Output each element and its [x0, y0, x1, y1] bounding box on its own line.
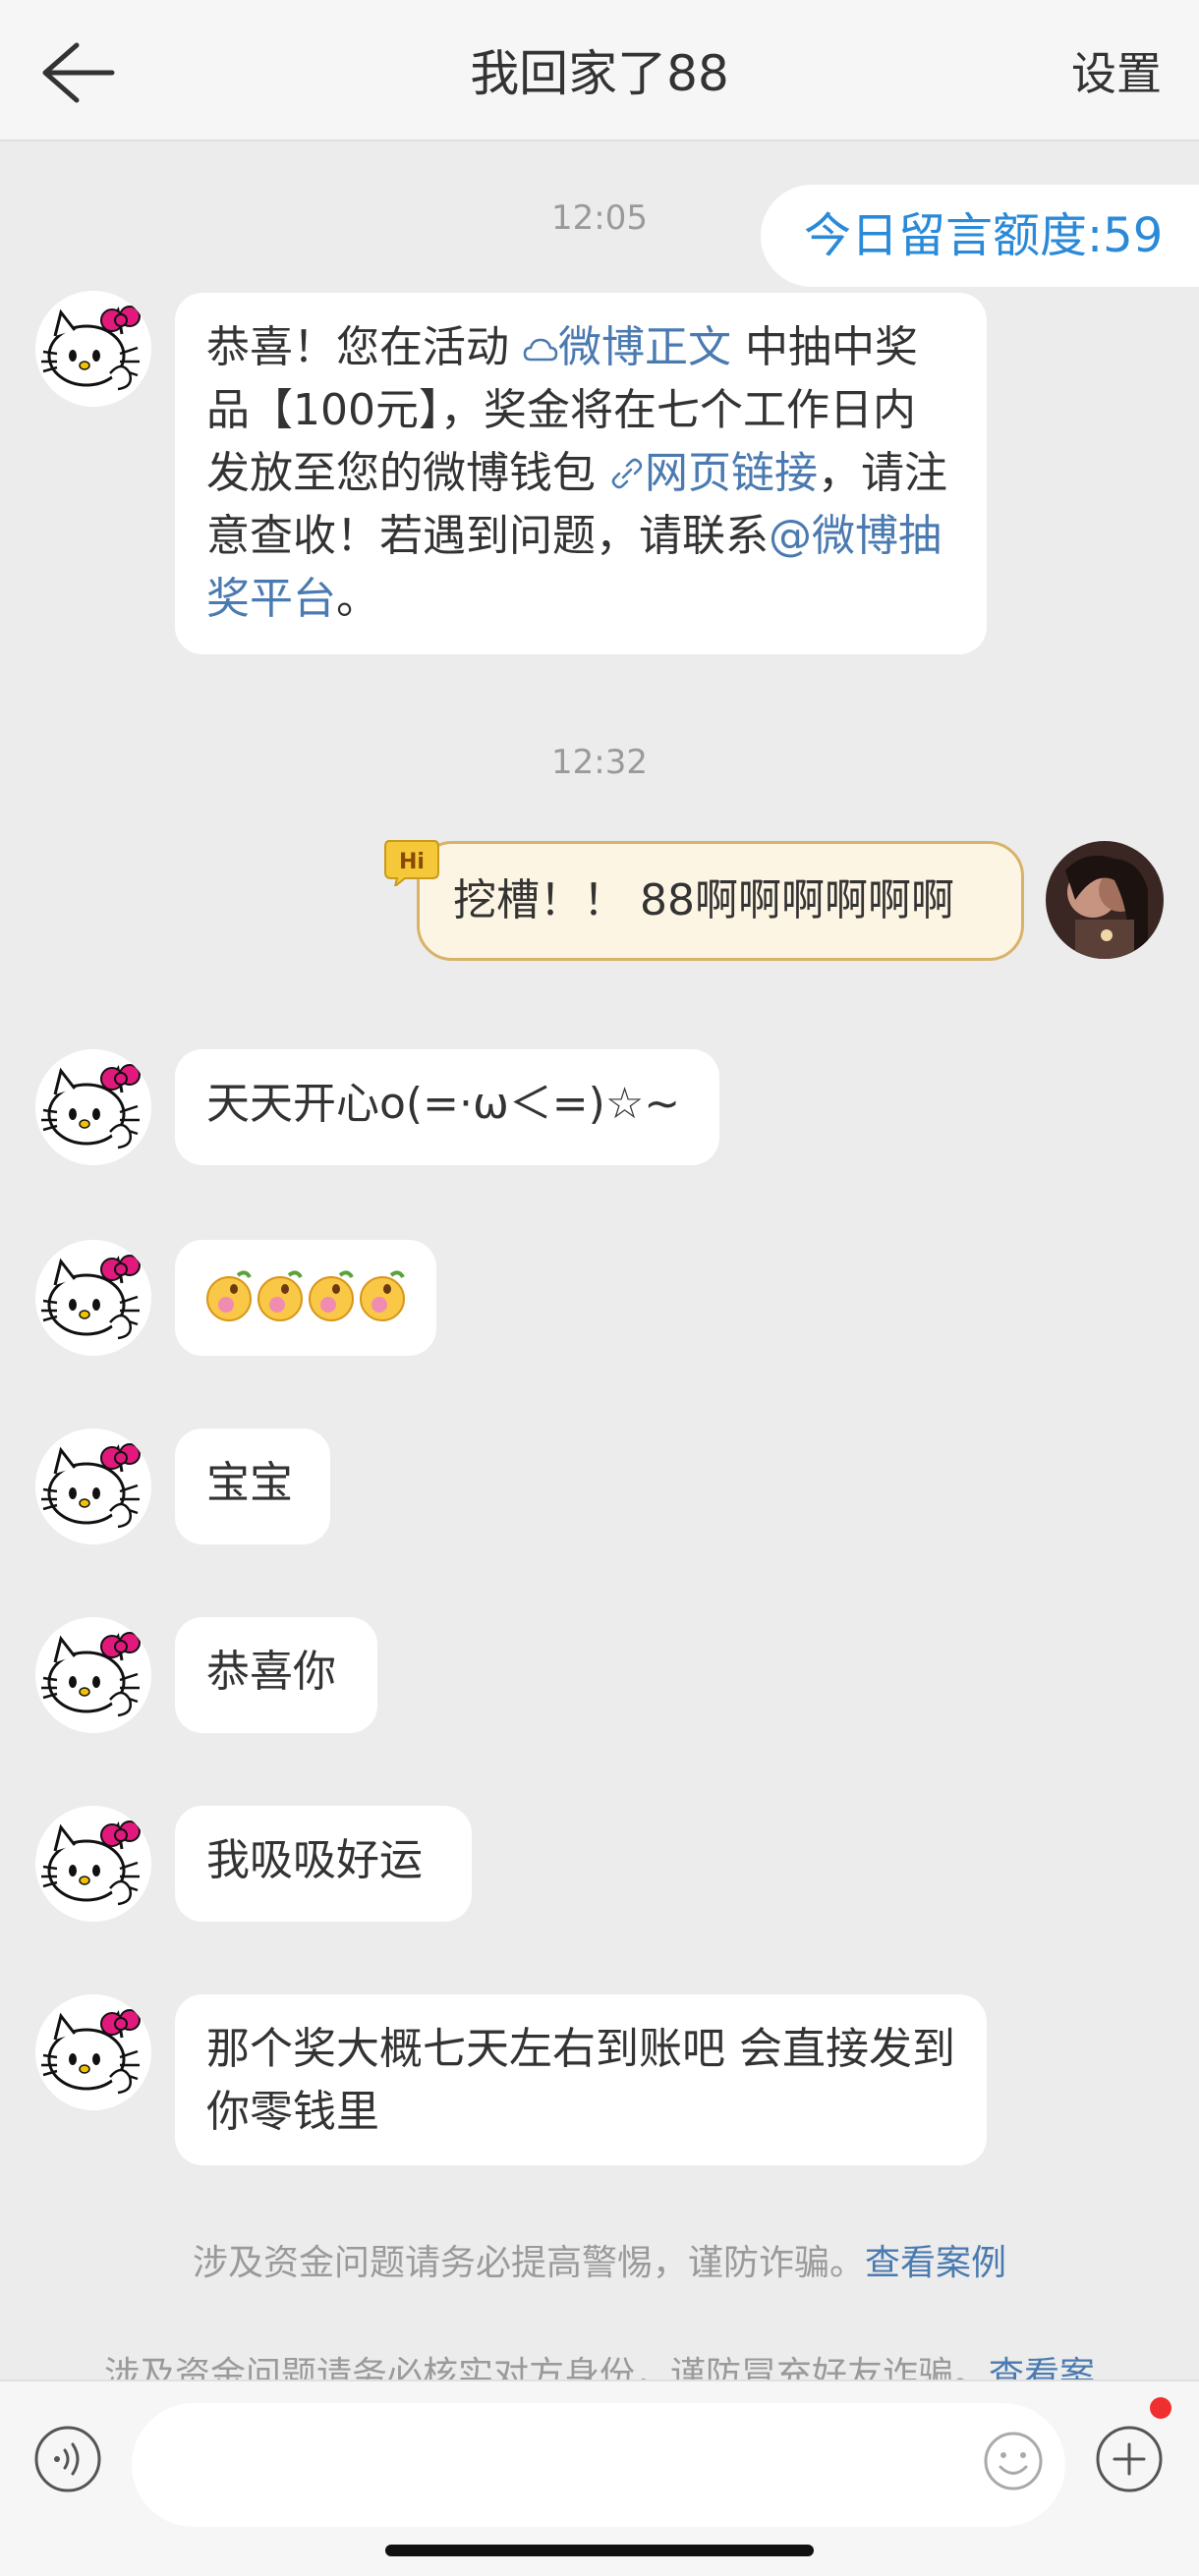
message-bubble: 那个奖大概七天左右到账吧 会直接发到你零钱里 — [175, 1994, 987, 2165]
hello-kitty-icon — [35, 1617, 151, 1733]
message-text: 宝宝 — [206, 1458, 293, 1508]
hello-kitty-icon — [35, 1994, 151, 2110]
profile-photo-icon — [1046, 841, 1164, 959]
view-cases-link[interactable]: 查看案 — [989, 2355, 1095, 2380]
flower-emoji-stickers — [206, 1270, 405, 1321]
message-text: 挖槽！！ 88啊啊啊啊啊啊 — [453, 875, 954, 925]
hello-kitty-avatar[interactable] — [35, 1617, 151, 1733]
my-avatar[interactable] — [1046, 841, 1164, 959]
message-bubble: 我吸吸好运 — [175, 1806, 472, 1922]
plus-more-icon[interactable] — [1095, 2425, 1164, 2493]
chat-header: 我回家了88 设置 — [0, 0, 1199, 141]
hello-kitty-icon — [35, 1428, 151, 1544]
hello-kitty-icon — [35, 1049, 151, 1165]
cloud-icon — [523, 338, 558, 362]
emoji-icon[interactable] — [983, 2431, 1044, 2492]
timestamp: 12:32 — [551, 743, 648, 782]
message-bubble: 恭喜！您在活动 微博正文 中抽中奖品【100元】，奖金将在七个工作日内发放至您的… — [175, 293, 987, 654]
message-bubble: 宝宝 — [175, 1428, 330, 1544]
message-text: 恭喜你 — [206, 1647, 336, 1697]
flower-face-emoji-icon — [206, 1270, 252, 1321]
hello-kitty-avatar[interactable] — [35, 1806, 151, 1922]
fraud-warning-notice: 涉及资金问题请务必核实对方身份，谨防冒充好友诈骗。查看案 — [0, 2344, 1199, 2380]
settings-button[interactable]: 设置 — [1071, 39, 1162, 108]
flower-face-emoji-icon — [309, 1270, 354, 1321]
sticker-message-bubble — [175, 1240, 436, 1356]
hello-kitty-avatar[interactable] — [35, 1240, 151, 1356]
voice-input-icon[interactable] — [33, 2425, 102, 2493]
hello-kitty-avatar[interactable] — [35, 1994, 151, 2110]
message-text: 。 — [336, 574, 379, 624]
hello-kitty-icon — [35, 1240, 151, 1356]
flower-face-emoji-icon — [257, 1270, 303, 1321]
hello-kitty-icon — [35, 1806, 151, 1922]
my-message-bubble: 挖槽！！ 88啊啊啊啊啊啊 — [417, 841, 1024, 961]
hi-bubble-icon: Hi — [384, 840, 439, 886]
hello-kitty-avatar[interactable] — [35, 1049, 151, 1165]
web-link[interactable]: 网页链接 — [609, 448, 818, 498]
home-indicator — [385, 2545, 814, 2556]
hello-kitty-icon — [35, 291, 151, 407]
svg-text:Hi: Hi — [399, 850, 425, 874]
hello-kitty-avatar[interactable] — [35, 1428, 151, 1544]
message-text: 恭喜！您在活动 — [206, 322, 523, 372]
weibo-post-link[interactable]: 微博正文 — [523, 322, 731, 372]
message-quota-badge: 今日留言额度:59 — [761, 185, 1199, 287]
message-bubble: 天天开心o(=·ω＜=)☆~ — [175, 1049, 719, 1165]
chat-title: 我回家了88 — [470, 45, 729, 102]
message-input[interactable] — [132, 2403, 1065, 2527]
notification-dot — [1150, 2397, 1171, 2419]
message-text: 那个奖大概七天左右到账吧 会直接发到你零钱里 — [206, 2024, 955, 2137]
hello-kitty-avatar[interactable] — [35, 291, 151, 407]
link-icon — [611, 458, 643, 489]
flower-face-emoji-icon — [360, 1270, 405, 1321]
message-text: 天天开心o(=·ω＜=)☆~ — [206, 1079, 681, 1129]
message-bubble: 恭喜你 — [175, 1617, 377, 1733]
fraud-warning-notice: 涉及资金问题请务必提高警惕，谨防诈骗。查看案例 — [192, 2243, 1007, 2283]
view-cases-link[interactable]: 查看案例 — [865, 2243, 1006, 2283]
message-text: 我吸吸好运 — [206, 1835, 423, 1885]
